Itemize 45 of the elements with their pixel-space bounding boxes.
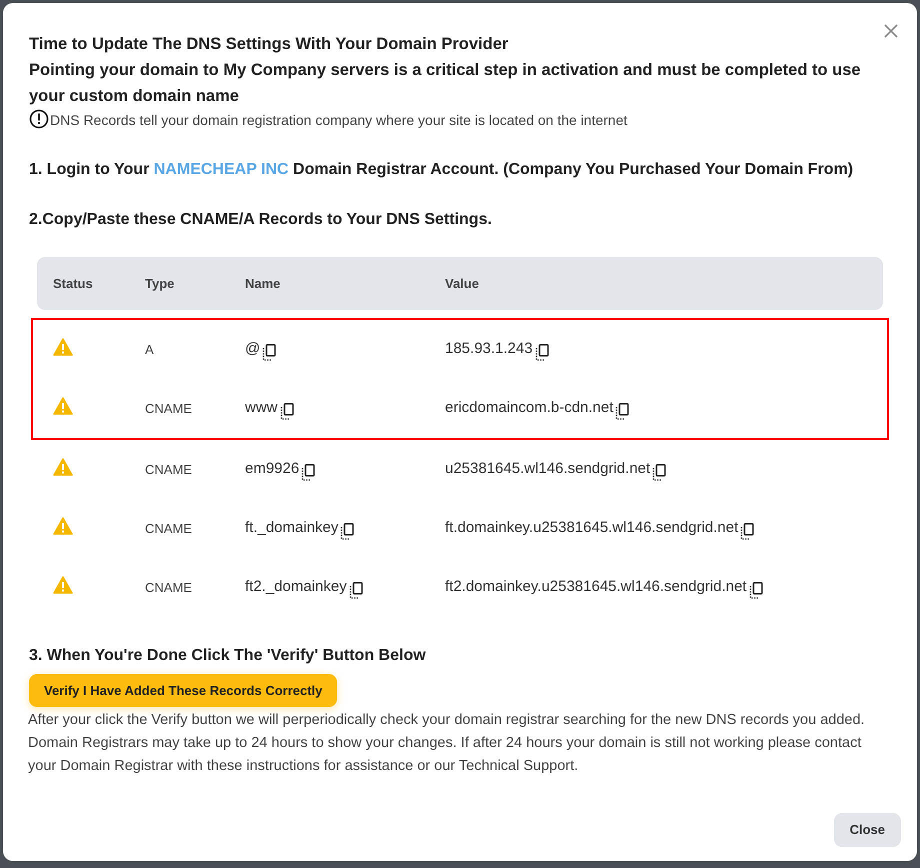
copy-icon[interactable] xyxy=(748,582,763,599)
table-cell-text: em9926 xyxy=(245,459,300,480)
table-cell-text: ft2.domainkey.u25381645.wl146.sendgrid.net xyxy=(445,577,747,598)
column-header: Status xyxy=(52,274,94,293)
table-cell-text: A xyxy=(145,340,154,359)
copy-icon[interactable] xyxy=(280,402,294,420)
step-heading: 3. When You're Done Click The 'Verify' Button Below xyxy=(29,646,427,666)
copy-icon[interactable] xyxy=(534,344,549,361)
warning-icon xyxy=(53,458,73,476)
column-header: Value xyxy=(445,274,480,293)
dialog-title: Time to Update The DNS Settings With Your Domain Provider xyxy=(29,34,510,55)
step-heading: 1. Login to Your NAMECHEAP INC Domain Registrar Account. (Company You Purchased Your Domain From) xyxy=(29,160,854,180)
table-cell-text: www xyxy=(245,398,278,418)
warning-icon xyxy=(53,576,73,594)
copy-icon[interactable] xyxy=(301,464,316,481)
table-cell-text: CNAME xyxy=(145,400,192,418)
copy-icon[interactable] xyxy=(348,582,363,599)
warning-icon xyxy=(53,338,73,356)
copy-icon[interactable] xyxy=(262,344,276,361)
table-cell-text: ft2._domainkey xyxy=(245,577,347,598)
verify-button[interactable]: Verify I Have Added These Records Correctly xyxy=(29,674,338,707)
copy-icon[interactable] xyxy=(340,522,354,540)
table-cell-text: CNAME xyxy=(145,460,192,479)
dialog-subtitle: Pointing your domain to My Company servers is a critical step in activation and must be completed to use your custom domain name xyxy=(29,60,862,107)
table-cell-text: ft.domainkey.u25381645.wl146.sendgrid.net xyxy=(445,518,738,538)
table-cell-text: 185.93.1.243 xyxy=(445,339,533,360)
column-header: Type xyxy=(145,274,176,293)
close-icon[interactable] xyxy=(883,23,899,39)
table-cell-text: @ xyxy=(245,339,260,360)
step-heading: 2.Copy/Paste these CNAME/A Records to Your DNS Settings. xyxy=(29,210,493,230)
note-text: DNS Records tell your domain registration company where your site is located on the internet xyxy=(50,111,628,130)
table-cell-text: CNAME xyxy=(145,520,192,538)
warning-icon xyxy=(53,396,73,414)
copy-icon[interactable] xyxy=(652,464,666,481)
close-button[interactable]: Close xyxy=(834,813,901,847)
info-text: After your click the Verify button we will perperiodically check your domain registrar searching for the new DNS records you added. Domain Registrars may take up to 24 hours to show your changes. If after 24 hours your domain is still not working please contact your Domain Registrar with these instructions for assistance or our Technical Support. xyxy=(28,711,866,776)
column-header: Name xyxy=(245,274,282,293)
copy-icon[interactable] xyxy=(615,402,630,420)
table-cell-text: CNAME xyxy=(145,578,192,597)
table-cell-text: ft._domainkey xyxy=(245,518,338,538)
table-cell-text: u25381645.wl146.sendgrid.net xyxy=(445,459,650,480)
copy-icon[interactable] xyxy=(740,522,754,540)
warning-icon xyxy=(53,516,73,534)
info-icon xyxy=(29,108,49,128)
table-cell-text: ericdomaincom.b-cdn.net xyxy=(445,398,614,418)
